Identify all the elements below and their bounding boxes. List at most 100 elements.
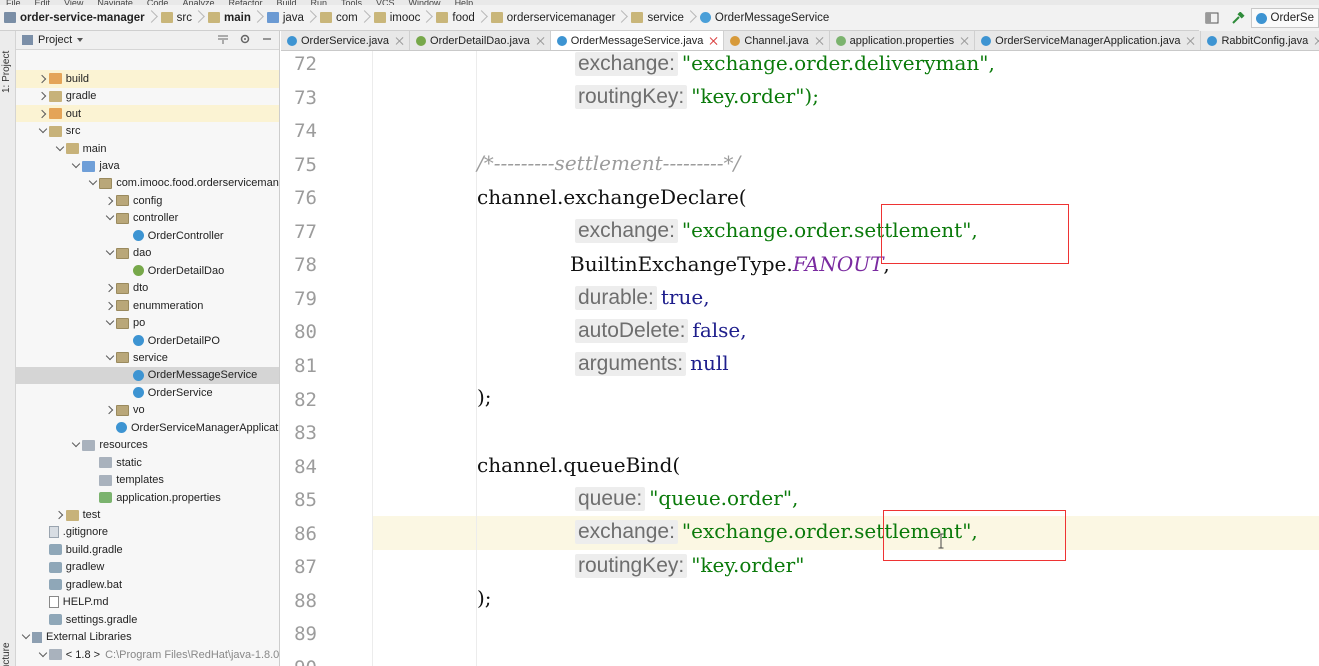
close-icon[interactable] bbox=[1315, 37, 1319, 45]
tree-item[interactable]: static bbox=[16, 454, 279, 472]
tree-item[interactable]: build bbox=[16, 70, 279, 88]
tree-item[interactable]: .gitignore bbox=[16, 524, 279, 542]
menu-item[interactable]: Navigate bbox=[97, 0, 133, 5]
tree-item[interactable]: OrderController bbox=[16, 227, 279, 245]
tree-item[interactable]: < 1.8 > C:\Program Files\RedHat\java-1.8.… bbox=[16, 646, 279, 664]
tree-item[interactable]: config bbox=[16, 192, 279, 210]
code-editor[interactable]: 72 73 74 75 76 77 78 79 80 81 82 83 84 85 86 87 88 89 90 e… bbox=[281, 51, 1319, 666]
chevron-down-icon[interactable] bbox=[37, 125, 49, 137]
editor-tab[interactable]: OrderService.java bbox=[281, 31, 411, 50]
close-icon[interactable] bbox=[961, 37, 969, 45]
breadcrumb-item[interactable]: src bbox=[160, 5, 194, 30]
tree-item[interactable]: po bbox=[16, 314, 279, 332]
layout-icon[interactable] bbox=[1205, 12, 1219, 24]
tree-item[interactable]: dto bbox=[16, 279, 279, 297]
chevron-right-icon[interactable] bbox=[37, 90, 49, 102]
chevron-right-icon[interactable] bbox=[104, 282, 116, 294]
editor-tab[interactable]: application.properties bbox=[830, 31, 976, 50]
tree-item[interactable]: java bbox=[16, 157, 279, 175]
breadcrumb-item[interactable]: OrderMessageService bbox=[699, 5, 831, 30]
menu-item[interactable]: Edit bbox=[35, 0, 51, 5]
chevron-right-icon[interactable] bbox=[104, 195, 116, 207]
menu-item[interactable]: Build bbox=[276, 0, 296, 5]
tree-item[interactable]: enummeration bbox=[16, 297, 279, 315]
tree-item[interactable]: settings.gradle bbox=[16, 611, 279, 629]
tree-item[interactable]: gradle bbox=[16, 87, 279, 105]
editor-tab[interactable]: Channel.java bbox=[724, 31, 830, 50]
tree-item[interactable]: com.imooc.food.orderserviceman bbox=[16, 175, 279, 193]
menu-item[interactable]: Code bbox=[147, 0, 169, 5]
chevron-down-icon[interactable] bbox=[37, 649, 49, 661]
close-icon[interactable] bbox=[537, 37, 545, 45]
tree-item[interactable]: controller bbox=[16, 210, 279, 228]
menu-item[interactable]: Run bbox=[311, 0, 328, 5]
build-hammer-icon[interactable] bbox=[1231, 11, 1245, 24]
editor-tab[interactable]: RabbitConfig.java bbox=[1201, 31, 1319, 50]
menu-item[interactable]: View bbox=[64, 0, 83, 5]
tree-item[interactable]: build.gradle bbox=[16, 541, 279, 559]
menu-item[interactable]: Refactor bbox=[228, 0, 262, 5]
chevron-right-icon[interactable] bbox=[104, 404, 116, 416]
chevron-down-icon[interactable] bbox=[77, 38, 84, 42]
tree-item[interactable]: OrderDetailPO bbox=[16, 332, 279, 350]
chevron-right-icon[interactable] bbox=[54, 509, 66, 521]
menu-item[interactable]: Help bbox=[455, 0, 474, 5]
chevron-down-icon[interactable] bbox=[104, 212, 116, 224]
gear-icon[interactable] bbox=[239, 33, 251, 48]
editor-tab[interactable]: OrderServiceManagerApplication.java bbox=[975, 31, 1202, 50]
structure-tool-button[interactable]: Structure bbox=[1, 642, 12, 666]
tree-item[interactable]: gradlew.bat bbox=[16, 576, 279, 594]
tree-item[interactable]: vo bbox=[16, 402, 279, 420]
chevron-right-icon[interactable] bbox=[37, 108, 49, 120]
close-icon[interactable] bbox=[816, 37, 824, 45]
chevron-down-icon[interactable] bbox=[54, 143, 66, 155]
tree-item[interactable]: OrderDetailDao bbox=[16, 262, 279, 280]
close-icon[interactable] bbox=[710, 37, 718, 45]
menu-item[interactable]: Window bbox=[409, 0, 441, 5]
collapse-all-icon[interactable] bbox=[217, 33, 229, 48]
tree-item[interactable]: OrderMessageService bbox=[16, 366, 279, 385]
hide-panel-icon[interactable] bbox=[261, 33, 273, 48]
tree-item[interactable]: External Libraries bbox=[16, 628, 279, 646]
breadcrumb-item[interactable]: food bbox=[436, 5, 476, 30]
chevron-down-icon[interactable] bbox=[104, 317, 116, 329]
tree-item[interactable]: gradlew bbox=[16, 559, 279, 577]
breadcrumb-item[interactable]: java bbox=[266, 5, 306, 30]
menu-item[interactable]: Tools bbox=[341, 0, 362, 5]
tree-item[interactable]: out bbox=[16, 104, 279, 123]
breadcrumb-item[interactable]: com bbox=[319, 5, 360, 30]
tree-item[interactable]: dao bbox=[16, 245, 279, 263]
close-icon[interactable] bbox=[1187, 37, 1195, 45]
chevron-down-icon[interactable] bbox=[70, 439, 82, 451]
tree-item[interactable]: service bbox=[16, 349, 279, 367]
chevron-down-icon[interactable] bbox=[104, 352, 116, 364]
project-panel-title[interactable]: Project bbox=[38, 34, 72, 46]
tree-item[interactable]: OrderServiceManagerApplicat bbox=[16, 419, 279, 437]
menu-item[interactable]: File bbox=[6, 0, 21, 5]
breadcrumb-item[interactable]: order-service-manager bbox=[4, 5, 147, 30]
menu-item[interactable]: VCS bbox=[376, 0, 395, 5]
editor-tab[interactable]: OrderDetailDao.java bbox=[410, 31, 551, 50]
tree-item[interactable]: src bbox=[16, 122, 279, 140]
editor-tab[interactable]: OrderMessageService.java bbox=[550, 31, 725, 50]
chevron-down-icon[interactable] bbox=[104, 247, 116, 259]
project-tool-button[interactable]: 1: Project bbox=[1, 51, 12, 93]
tree-item[interactable]: main bbox=[16, 140, 279, 158]
tree-item[interactable]: OrderService bbox=[16, 384, 279, 402]
chevron-right-icon[interactable] bbox=[104, 300, 116, 312]
tree-item[interactable]: HELP.md bbox=[16, 594, 279, 612]
tree-item[interactable]: application.properties bbox=[16, 489, 279, 507]
menu-item[interactable]: Analyze bbox=[182, 0, 214, 5]
chevron-right-icon[interactable] bbox=[37, 73, 49, 85]
close-icon[interactable] bbox=[396, 37, 404, 45]
breadcrumb-item[interactable]: main bbox=[208, 5, 253, 30]
tree-item[interactable]: templates bbox=[16, 471, 279, 489]
breadcrumb-item[interactable]: orderservicemanager bbox=[490, 5, 618, 30]
chevron-down-icon[interactable] bbox=[70, 160, 82, 172]
breadcrumb-item[interactable]: service bbox=[631, 5, 685, 30]
breadcrumb-item[interactable]: imooc bbox=[373, 5, 423, 30]
tree-item[interactable]: resources bbox=[16, 436, 279, 454]
run-configuration-selector[interactable]: OrderSe bbox=[1250, 8, 1319, 28]
chevron-down-icon[interactable] bbox=[20, 631, 32, 643]
tree-item[interactable]: test bbox=[16, 506, 279, 524]
